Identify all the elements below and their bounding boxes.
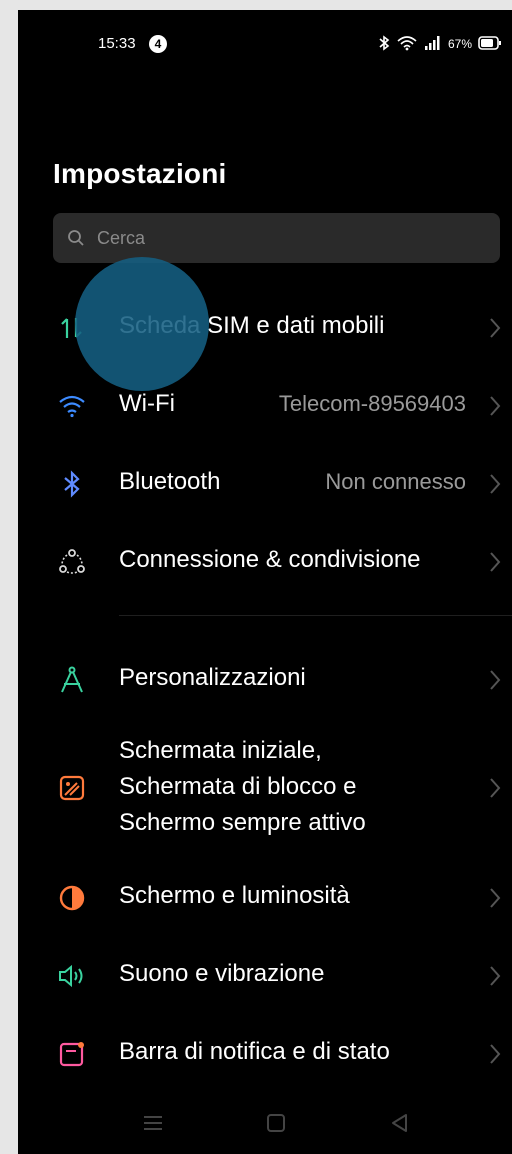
chevron-right-icon [490, 474, 501, 494]
settings-item-label: Barra di notifica e di stato [119, 1038, 390, 1065]
settings-item-wifi[interactable]: Wi-Fi Telecom-89569403 [18, 378, 512, 434]
wifi-icon [56, 390, 88, 422]
wifi-network-name: Telecom-89569403 [278, 391, 466, 416]
back-nav-icon[interactable] [385, 1108, 415, 1138]
wifi-status-icon [396, 35, 418, 54]
notification-count-badge: 4 [149, 35, 167, 53]
chevron-right-icon [490, 396, 501, 416]
phone-screen: 15:33 4 67% Impostazioni Cerca Scheda SI… [18, 10, 512, 1154]
search-placeholder: Cerca [97, 228, 146, 248]
settings-item-label: Bluetooth [119, 468, 221, 495]
label-line: Schermata iniziale, [119, 737, 322, 764]
page-title: Impostazioni [53, 158, 227, 189]
settings-item-label: Connessione & condivisione [119, 546, 421, 573]
search-icon [67, 229, 85, 252]
battery-icon [478, 35, 502, 53]
settings-item-sound[interactable]: Suono e vibrazione [18, 948, 512, 1004]
wallpaper-icon [56, 772, 88, 804]
navigation-bar [18, 1100, 512, 1154]
speaker-icon [56, 960, 88, 992]
chevron-right-icon [490, 670, 501, 690]
status-icons: 67% [378, 34, 502, 54]
settings-item-label: Wi-Fi [119, 390, 175, 417]
status-time: 15:33 [98, 35, 136, 52]
settings-item-bluetooth[interactable]: Bluetooth Non connesso [18, 456, 512, 512]
bluetooth-status: Non connesso [325, 469, 466, 494]
signal-icon [424, 35, 442, 53]
bluetooth-icon [56, 468, 88, 500]
chevron-right-icon [490, 888, 501, 908]
settings-item-display[interactable]: Schermo e luminosità [18, 870, 512, 926]
settings-item-label: Schermata iniziale, Schermata di blocco … [119, 733, 366, 841]
settings-item-connection-sharing[interactable]: Connessione & condivisione [18, 534, 512, 590]
settings-item-home-lock-screen[interactable]: Schermata iniziale, Schermata di blocco … [18, 730, 512, 846]
bluetooth-status-icon [378, 34, 390, 54]
settings-item-personalization[interactable]: Personalizzazioni [18, 652, 512, 708]
chevron-right-icon [490, 966, 501, 986]
settings-item-sim[interactable]: Scheda SIM e dati mobili [18, 300, 512, 356]
label-line: Schermata di blocco e [119, 773, 357, 800]
status-bar: 15:33 4 67% [18, 34, 512, 58]
settings-item-label: Suono e vibrazione [119, 960, 325, 987]
settings-item-notification-bar[interactable]: Barra di notifica e di stato [18, 1026, 512, 1082]
battery-percentage: 67% [447, 37, 472, 51]
notification-bar-icon [56, 1038, 88, 1070]
chevron-right-icon [490, 778, 501, 798]
compass-icon [56, 664, 88, 696]
menu-nav-icon[interactable] [138, 1108, 168, 1138]
connection-sharing-icon [56, 546, 88, 578]
section-divider [119, 615, 512, 616]
chevron-right-icon [490, 552, 501, 572]
data-arrows-icon [56, 312, 88, 344]
label-line: Schermo sempre attivo [119, 809, 366, 836]
chevron-right-icon [490, 318, 501, 338]
settings-item-label: Personalizzazioni [119, 664, 306, 691]
settings-item-label: Scheda SIM e dati mobili [119, 312, 385, 339]
chevron-right-icon [490, 1044, 501, 1064]
settings-item-label: Schermo e luminosità [119, 882, 350, 909]
brightness-icon [56, 882, 88, 914]
home-nav-icon[interactable] [261, 1108, 291, 1138]
search-input[interactable]: Cerca [53, 213, 500, 263]
